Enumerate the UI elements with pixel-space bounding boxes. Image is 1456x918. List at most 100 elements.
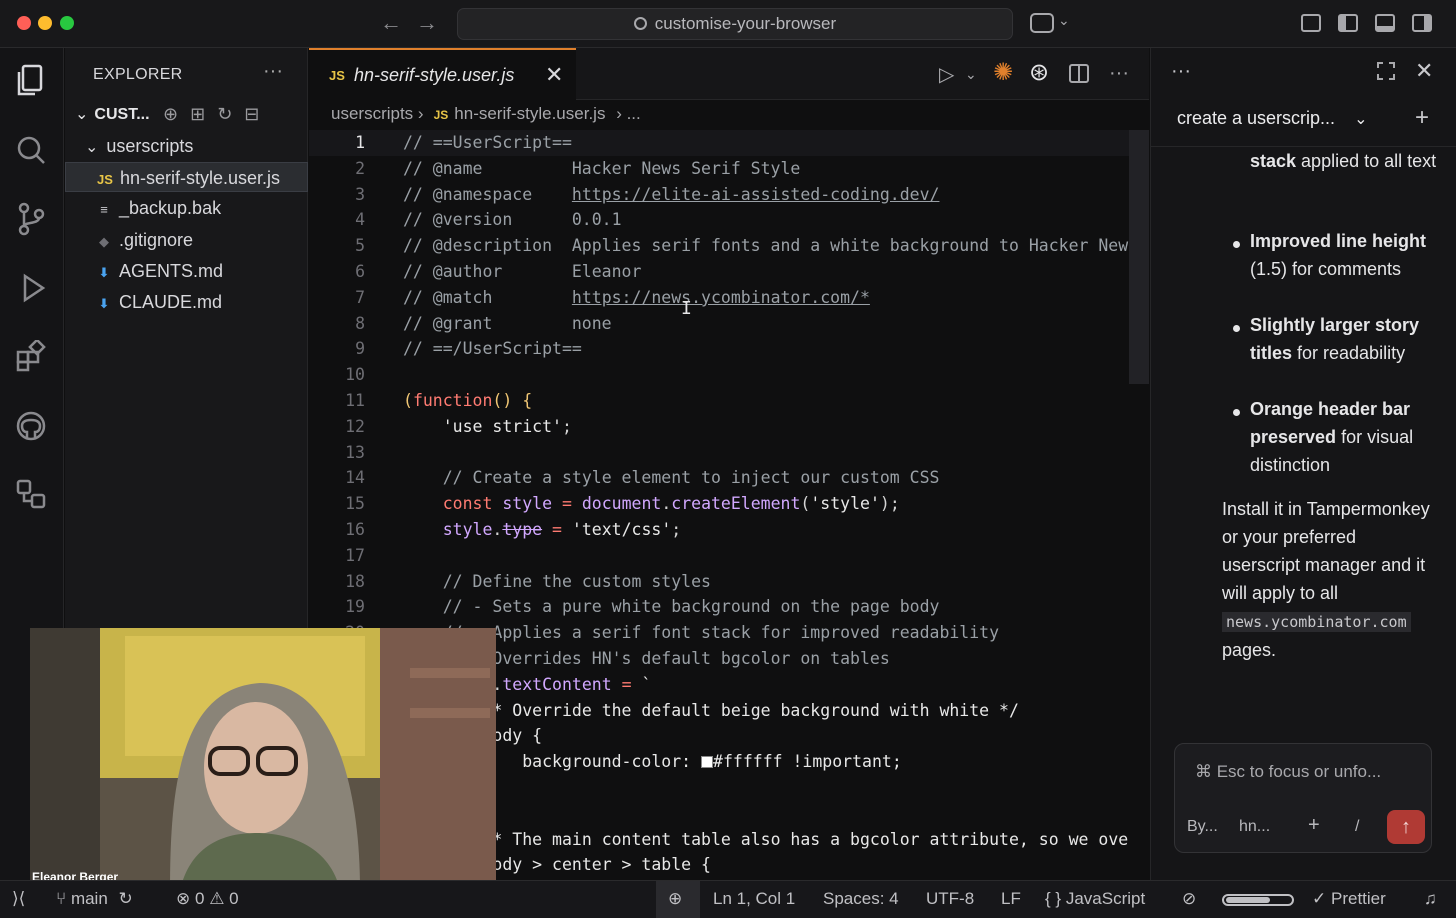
prettier-label: Prettier [1330,889,1386,908]
code-text: // @match https://news.ycombinator.com/* [403,287,870,307]
toggle-secondary-sidebar-icon[interactable] [1412,14,1432,32]
code-line[interactable]: 6 // @author Eleanor [309,259,1149,285]
chevron-down-icon[interactable]: ⌄ [1058,12,1070,29]
code-line[interactable]: 11 (function() { [309,388,1149,414]
tree-file[interactable]: ⬇ CLAUDE.md [65,287,308,317]
send-button[interactable]: ↑ [1387,810,1425,844]
breadcrumb-file[interactable]: hn-serif-style.user.js [454,104,605,123]
workspace-root-folder[interactable]: ⌄ CUST... [75,104,150,124]
eol-status[interactable]: LF [1001,889,1021,909]
problems-status[interactable]: ⊗ 0 ⚠ 0 [176,889,239,909]
file-label: _backup.bak [119,198,222,219]
slash-command-icon[interactable]: / [1355,818,1359,836]
webcam-overlay [30,628,496,890]
window-zoom-button[interactable] [60,16,74,30]
source-control-icon[interactable] [14,202,48,236]
chat-session-selector[interactable]: create a userscrip... ⌄ [1177,108,1367,129]
branch-status[interactable]: ⑂ main ↻ [56,889,133,909]
js-file-icon: JS [433,108,449,122]
split-editor-icon[interactable] [1069,64,1089,83]
run-debug-icon[interactable] [14,272,48,306]
prettier-status[interactable]: ✓ Prettier [1312,889,1386,909]
line-number: 4 [355,210,365,230]
file-type-icon: ≡ [100,202,108,218]
tab-hn-serif-style[interactable]: JS hn-serif-style.user.js ✕ [309,48,576,100]
code-line[interactable]: 7 // @match https://news.ycombinator.com/… [309,285,1149,311]
copilot-status-icon[interactable]: ⊘ [1182,889,1196,909]
editor-scrollbar[interactable] [1129,130,1149,384]
toggle-panel-icon[interactable] [1375,14,1395,32]
collapse-all-icon[interactable]: ⊟ [244,104,271,124]
extensions-icon[interactable] [14,338,48,374]
notifications-bell-icon[interactable]: ♫ [1424,889,1437,909]
more-actions-icon[interactable]: ··· [1109,62,1129,85]
usage-meter[interactable] [1222,894,1294,906]
code-line[interactable]: 8 // @grant none [309,311,1149,337]
close-icon[interactable]: ✕ [545,62,563,88]
tree-file[interactable]: ≡ _backup.bak [65,193,308,223]
chevron-down-icon[interactable]: ⌄ [965,66,977,83]
error-icon: ⊗ [176,889,191,908]
files-icon[interactable] [14,64,48,98]
remote-explorer-icon[interactable] [14,478,48,512]
run-icon[interactable]: ▷ [939,62,954,87]
code-line[interactable]: 13 [309,440,1149,466]
zoom-status[interactable]: ⊕ [656,881,700,918]
agent-selector[interactable]: By... [1187,818,1218,836]
new-folder-icon[interactable]: ⊞ [190,104,217,124]
search-icon[interactable] [14,134,48,168]
copilot-chat-icon[interactable] [1030,13,1054,33]
github-icon[interactable] [14,410,48,444]
encoding-status[interactable]: UTF-8 [926,889,974,909]
back-arrow-icon[interactable]: ← [380,10,402,36]
toggle-primary-sidebar-icon[interactable] [1338,14,1358,32]
breadcrumb-symbol[interactable]: › ... [616,104,641,123]
code-line[interactable]: 15 const style = document.createElement(… [309,491,1149,517]
openai-icon[interactable]: ⊛ [1029,58,1049,87]
claude-icon[interactable]: ✺ [993,58,1013,87]
more-actions-icon[interactable]: ··· [263,60,283,83]
code-line[interactable]: 12 'use strict'; [309,414,1149,440]
code-line[interactable]: 17 [309,543,1149,569]
indentation-status[interactable]: Spaces: 4 [823,889,899,909]
file-label: AGENTS.md [119,260,224,281]
forward-arrow-icon[interactable]: → [416,10,438,36]
code-line[interactable]: 2 // @name Hacker News Serif Style [309,156,1149,182]
maximize-icon[interactable] [1377,62,1395,80]
refresh-icon[interactable]: ↻ [217,104,244,124]
tree-file[interactable]: ◆ .gitignore [65,225,308,255]
chat-input-box[interactable]: ⌘ Esc to focus or unfo... By... hn... + … [1174,743,1432,853]
new-chat-icon[interactable]: + [1415,104,1429,132]
code-line[interactable]: 18 // Define the custom styles [309,569,1149,595]
code-line[interactable]: 9 // ==/UserScript== [309,336,1149,362]
zoom-icon: ⊕ [668,889,683,908]
code-line[interactable]: 19 // - Sets a pure white background on … [309,594,1149,620]
code-line[interactable]: 14 // Create a style element to inject o… [309,465,1149,491]
command-center-search[interactable]: customise-your-browser [457,8,1013,40]
tree-file[interactable]: ⬇ AGENTS.md [65,256,308,286]
code-line[interactable]: 3 // @namespace https://elite-ai-assisted… [309,182,1149,208]
tree-file[interactable]: JS hn-serif-style.user.js [65,162,308,192]
new-file-icon[interactable]: ⊕ [163,104,190,124]
code-text: // @name Hacker News Serif Style [403,158,801,178]
code-line[interactable]: 10 [309,362,1149,388]
more-actions-icon[interactable]: ··· [1171,60,1191,83]
code-line[interactable]: 16 style.type = 'text/css'; [309,517,1149,543]
code-line[interactable]: 5 // @description Applies serif fonts and… [309,233,1149,259]
layout-customize-icon[interactable] [1301,14,1321,32]
tree-folder-userscripts[interactable]: ⌄ userscripts [65,131,308,161]
cursor-position[interactable]: Ln 1, Col 1 [713,889,795,909]
code-text: const style = document.createElement('st… [442,494,900,514]
code-line[interactable]: 4 // @version 0.0.1 [309,207,1149,233]
close-icon[interactable]: ✕ [1415,58,1433,84]
window-minimize-button[interactable] [38,16,52,30]
remote-icon[interactable]: ⟩⟨ [12,889,25,909]
window-close-button[interactable] [17,16,31,30]
language-mode[interactable]: { } JavaScript [1045,889,1145,909]
breadcrumb-folder[interactable]: userscripts [331,104,413,123]
code-line[interactable]: 1 // ==UserScript== [309,130,1149,156]
add-context-icon[interactable]: + [1308,814,1320,837]
context-file-chip[interactable]: hn... [1239,818,1270,836]
sync-icon: ↻ [118,889,133,908]
chat-bullet: Orange header bar preserved for visual d… [1250,399,1414,475]
